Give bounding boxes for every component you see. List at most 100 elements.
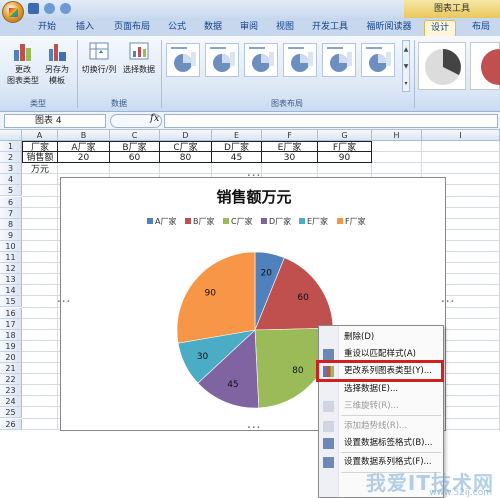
highlight-annotation [316, 360, 444, 382]
chart-layout-option[interactable] [283, 43, 317, 77]
formula-input[interactable] [164, 114, 498, 128]
column-header[interactable]: C [110, 130, 160, 141]
table-header-cell[interactable]: B厂家 [110, 141, 160, 153]
tab-10[interactable]: 布局 [464, 20, 498, 36]
resize-handle[interactable]: ∙∙∙ [247, 172, 261, 179]
row-header[interactable]: 13 [0, 274, 22, 286]
chart-layout-option[interactable] [244, 43, 278, 77]
column-header[interactable]: F [262, 130, 318, 141]
select-all-corner[interactable] [0, 130, 22, 141]
table-header-cell[interactable]: A厂家 [58, 141, 110, 153]
row-header[interactable]: 6 [0, 196, 22, 208]
tab-5[interactable]: 审阅 [232, 20, 266, 36]
tab-6[interactable]: 视图 [268, 20, 302, 36]
row-header[interactable]: 25 [0, 407, 22, 419]
formula-bar: 图表 4 fx [0, 112, 500, 130]
name-box[interactable]: 图表 4 [4, 114, 106, 128]
data-label[interactable]: 60 [297, 293, 309, 303]
data-label[interactable]: 20 [261, 269, 273, 279]
column-header[interactable]: E [212, 130, 262, 141]
row-header[interactable]: 21 [0, 363, 22, 375]
chart-layout-option[interactable] [322, 43, 356, 77]
tab-8[interactable]: 福昕阅读器 [358, 20, 420, 36]
tab-3[interactable]: 公式 [160, 20, 194, 36]
tab-4[interactable]: 数据 [196, 20, 230, 36]
redo-icon[interactable] [60, 3, 71, 14]
data-label[interactable]: 30 [197, 352, 209, 362]
table-cell[interactable]: 90 [318, 152, 372, 164]
menu-item[interactable]: 删除(D) [319, 329, 443, 346]
function-icon[interactable]: fx [150, 113, 159, 124]
undo-icon[interactable] [44, 3, 55, 14]
row-header[interactable]: 22 [0, 374, 22, 386]
row-header[interactable]: 2 [0, 152, 22, 164]
row-header[interactable]: 7 [0, 207, 22, 219]
row-header[interactable]: 12 [0, 263, 22, 275]
tab-9[interactable]: 设计 [424, 20, 456, 36]
chart-style-thumb[interactable] [470, 42, 500, 90]
column-header[interactable]: G [318, 130, 372, 141]
table-cell[interactable]: 45 [212, 152, 262, 164]
column-header[interactable]: I [422, 130, 500, 141]
row-header[interactable]: 15 [0, 296, 22, 308]
gallery-scroll[interactable]: ▲ ▼ ▾ [402, 40, 410, 92]
data-label[interactable]: 45 [227, 380, 238, 390]
row-header[interactable]: 26 [0, 418, 22, 430]
column-header[interactable]: D [160, 130, 212, 141]
menu-item[interactable]: 设置数据标签格式(B)... [319, 435, 443, 452]
change-chart-type-button[interactable]: 更改 图表类型 [6, 40, 40, 86]
chart-layout-option[interactable] [361, 43, 395, 77]
save-icon[interactable] [28, 3, 39, 14]
row-header[interactable]: 8 [0, 218, 22, 230]
table-header-cell[interactable]: E厂家 [262, 141, 318, 153]
table-header-cell[interactable]: D厂家 [212, 141, 262, 153]
chart-layout-option[interactable] [166, 43, 200, 77]
switch-row-column-button[interactable]: 切换行/列 [80, 40, 118, 75]
table-cell[interactable]: 20 [58, 152, 110, 164]
row-header[interactable]: 3 [0, 163, 22, 175]
table-header-cell[interactable]: C厂家 [160, 141, 212, 153]
save-as-template-button[interactable]: 另存为 模板 [40, 40, 74, 86]
select-data-button[interactable]: 选择数据 [120, 40, 158, 75]
row-header[interactable]: 14 [0, 285, 22, 297]
chart-style-thumb[interactable] [418, 42, 466, 90]
menu-item[interactable]: 添加趋势线(R)... [319, 418, 443, 435]
data-label[interactable]: 80 [292, 366, 304, 376]
row-header[interactable]: 18 [0, 329, 22, 341]
menu-item[interactable]: 三维旋转(R)... [319, 398, 443, 415]
data-label[interactable]: 90 [205, 288, 217, 298]
office-button[interactable] [2, 1, 24, 23]
menu-separator [341, 452, 441, 453]
chart-layout-option[interactable] [205, 43, 239, 77]
row-header[interactable]: 16 [0, 307, 22, 319]
group-label-data: 数据 [111, 99, 127, 108]
tab-0[interactable]: 开始 [30, 20, 64, 36]
table-cell[interactable]: 80 [160, 152, 212, 164]
tab-1[interactable]: 插入 [66, 20, 104, 36]
row-header[interactable]: 5 [0, 185, 22, 197]
row-header[interactable]: 4 [0, 174, 22, 186]
row-header[interactable]: 23 [0, 385, 22, 397]
row-header[interactable]: 11 [0, 252, 22, 264]
row-header[interactable]: 17 [0, 318, 22, 330]
tab-2[interactable]: 页面布局 [106, 20, 158, 36]
column-header[interactable]: A [22, 130, 58, 141]
column-header[interactable]: B [58, 130, 110, 141]
table-header-cell[interactable]: 厂家 [22, 141, 58, 153]
table-cell[interactable]: 60 [110, 152, 160, 164]
row-header[interactable]: 1 [0, 141, 22, 153]
column-header[interactable]: H [372, 130, 422, 141]
table-header-cell[interactable]: F厂家 [318, 141, 372, 153]
tab-7[interactable]: 开发工具 [304, 20, 356, 36]
row-header[interactable]: 9 [0, 229, 22, 241]
row-header[interactable]: 20 [0, 351, 22, 363]
row-header[interactable]: 19 [0, 340, 22, 352]
resize-handle[interactable]: ∙∙∙ [57, 298, 71, 305]
row-header[interactable]: 10 [0, 240, 22, 252]
table-cell[interactable]: 30 [262, 152, 318, 164]
table-cell[interactable]: 销售额万元 [22, 152, 58, 175]
resize-handle[interactable]: ∙∙∙ [441, 298, 455, 305]
resize-handle[interactable]: ∙∙∙ [247, 424, 261, 431]
menu-item[interactable]: 选择数据(E)... [319, 381, 443, 398]
row-header[interactable]: 24 [0, 396, 22, 408]
